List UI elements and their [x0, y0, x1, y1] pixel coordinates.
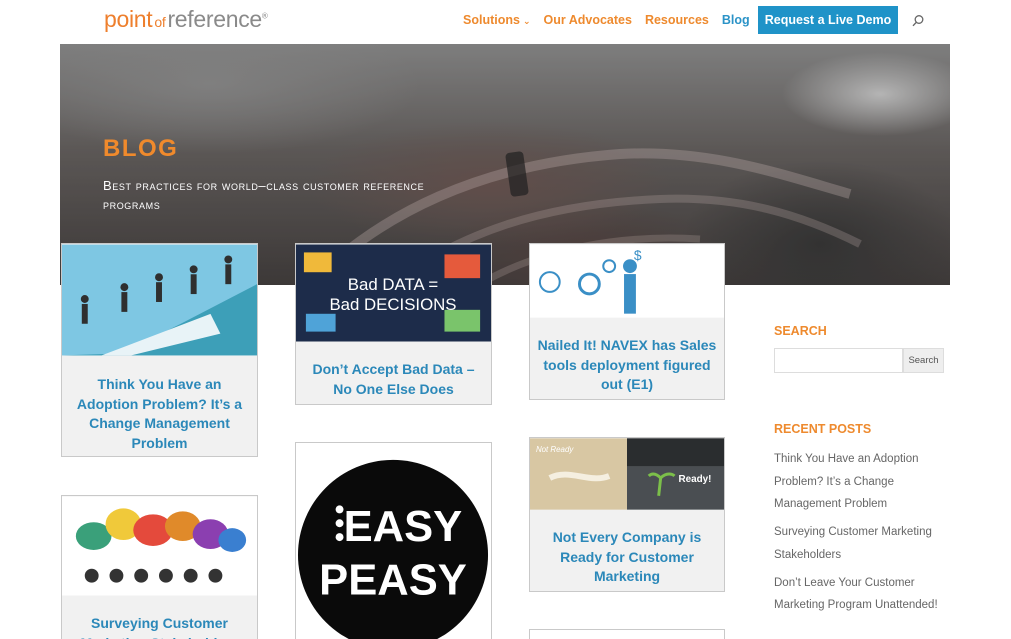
recent-posts-heading: RECENT POSTS	[774, 422, 872, 436]
search-input[interactable]	[774, 348, 903, 373]
card-title[interactable]: Surveying Customer Marketing Stakeholder…	[68, 614, 251, 639]
blog-card-navex[interactable]: $ Nailed It! NAVEX has Sales tools deplo…	[529, 243, 725, 400]
main-nav: Solutions ⌄ Our Advocates Resources Blog	[463, 13, 763, 27]
chevron-down-icon: ⌄	[522, 16, 531, 26]
nav-label-solutions: Solutions	[463, 13, 520, 27]
card-title[interactable]: Nailed It! NAVEX has Sales tools deploym…	[536, 336, 718, 395]
blog-card-surveying[interactable]: Surveying Customer Marketing Stakeholder…	[61, 495, 258, 639]
card-image-text-not-ready: Not Ready	[536, 445, 574, 454]
card-image-text-ready: Ready!	[678, 474, 711, 485]
card-image-bad-data: Bad DATA = Bad DECISIONS	[296, 244, 491, 342]
nav-item-solutions[interactable]: Solutions ⌄	[463, 13, 531, 27]
logo-part-of: of	[154, 14, 166, 30]
card-image-not-ready: Not Ready Ready!	[530, 438, 724, 510]
recent-post-link[interactable]: Surveying Customer Marketing Stakeholder…	[774, 521, 949, 566]
logo-trademark: ®	[261, 11, 268, 21]
logo-part-reference: reference	[167, 6, 262, 32]
blog-card-adoption[interactable]: Think You Have an Adoption Problem? It’s…	[61, 243, 258, 457]
card-image-adoption	[62, 244, 257, 356]
blog-card-bad-data[interactable]: Bad DATA = Bad DECISIONS Don’t Accept Ba…	[295, 243, 492, 405]
nav-item-our-advocates[interactable]: Our Advocates	[544, 13, 632, 27]
hero-title: BLOG	[103, 135, 179, 162]
card-title[interactable]: Not Every Company is Ready for Customer …	[536, 528, 718, 587]
card-image-text-easy: EASY	[344, 503, 463, 551]
blog-card-not-ready[interactable]: Not Ready Ready! Not Every Company is Re…	[529, 437, 725, 592]
blog-card-easy-peasy[interactable]: EASY PEASY	[295, 442, 492, 639]
recent-post-link[interactable]: Think You Have an Adoption Problem? It’s…	[774, 448, 949, 516]
recent-posts-list: Think You Have an Adoption Problem? It’s…	[774, 448, 949, 622]
card-image-surveying	[62, 496, 257, 596]
card-image-navex: $	[530, 244, 724, 318]
recent-post-link[interactable]: Don’t Leave Your Customer Marketing Prog…	[774, 572, 949, 617]
search-icon[interactable]	[911, 14, 925, 28]
request-demo-button[interactable]: Request a Live Demo	[758, 6, 898, 34]
site-logo[interactable]: point ofreference®	[104, 6, 268, 33]
blog-card-partial[interactable]	[529, 629, 725, 639]
hero-subtitle: Best practices for world–class customer …	[103, 178, 425, 212]
card-image-text-bad-data: Bad DATA =	[348, 275, 439, 294]
card-image-text-peasy: PEASY	[319, 557, 467, 605]
logo-part-point: point	[104, 6, 153, 32]
nav-item-resources[interactable]: Resources	[645, 13, 709, 27]
card-title[interactable]: Think You Have an Adoption Problem? It’s…	[68, 375, 251, 453]
search-button[interactable]: Search	[903, 348, 944, 373]
search-heading: SEARCH	[774, 324, 827, 338]
site-header: point ofreference® Solutions ⌄ Our Advocat…	[0, 0, 1011, 44]
card-image-text-bad-decisions: Bad DECISIONS	[329, 295, 456, 314]
card-title[interactable]: Don’t Accept Bad Data – No One Else Does	[302, 360, 485, 399]
dollar-icon: $	[634, 247, 642, 263]
nav-item-blog[interactable]: Blog	[722, 13, 750, 27]
card-image-easy-peasy: EASY PEASY	[298, 459, 489, 639]
